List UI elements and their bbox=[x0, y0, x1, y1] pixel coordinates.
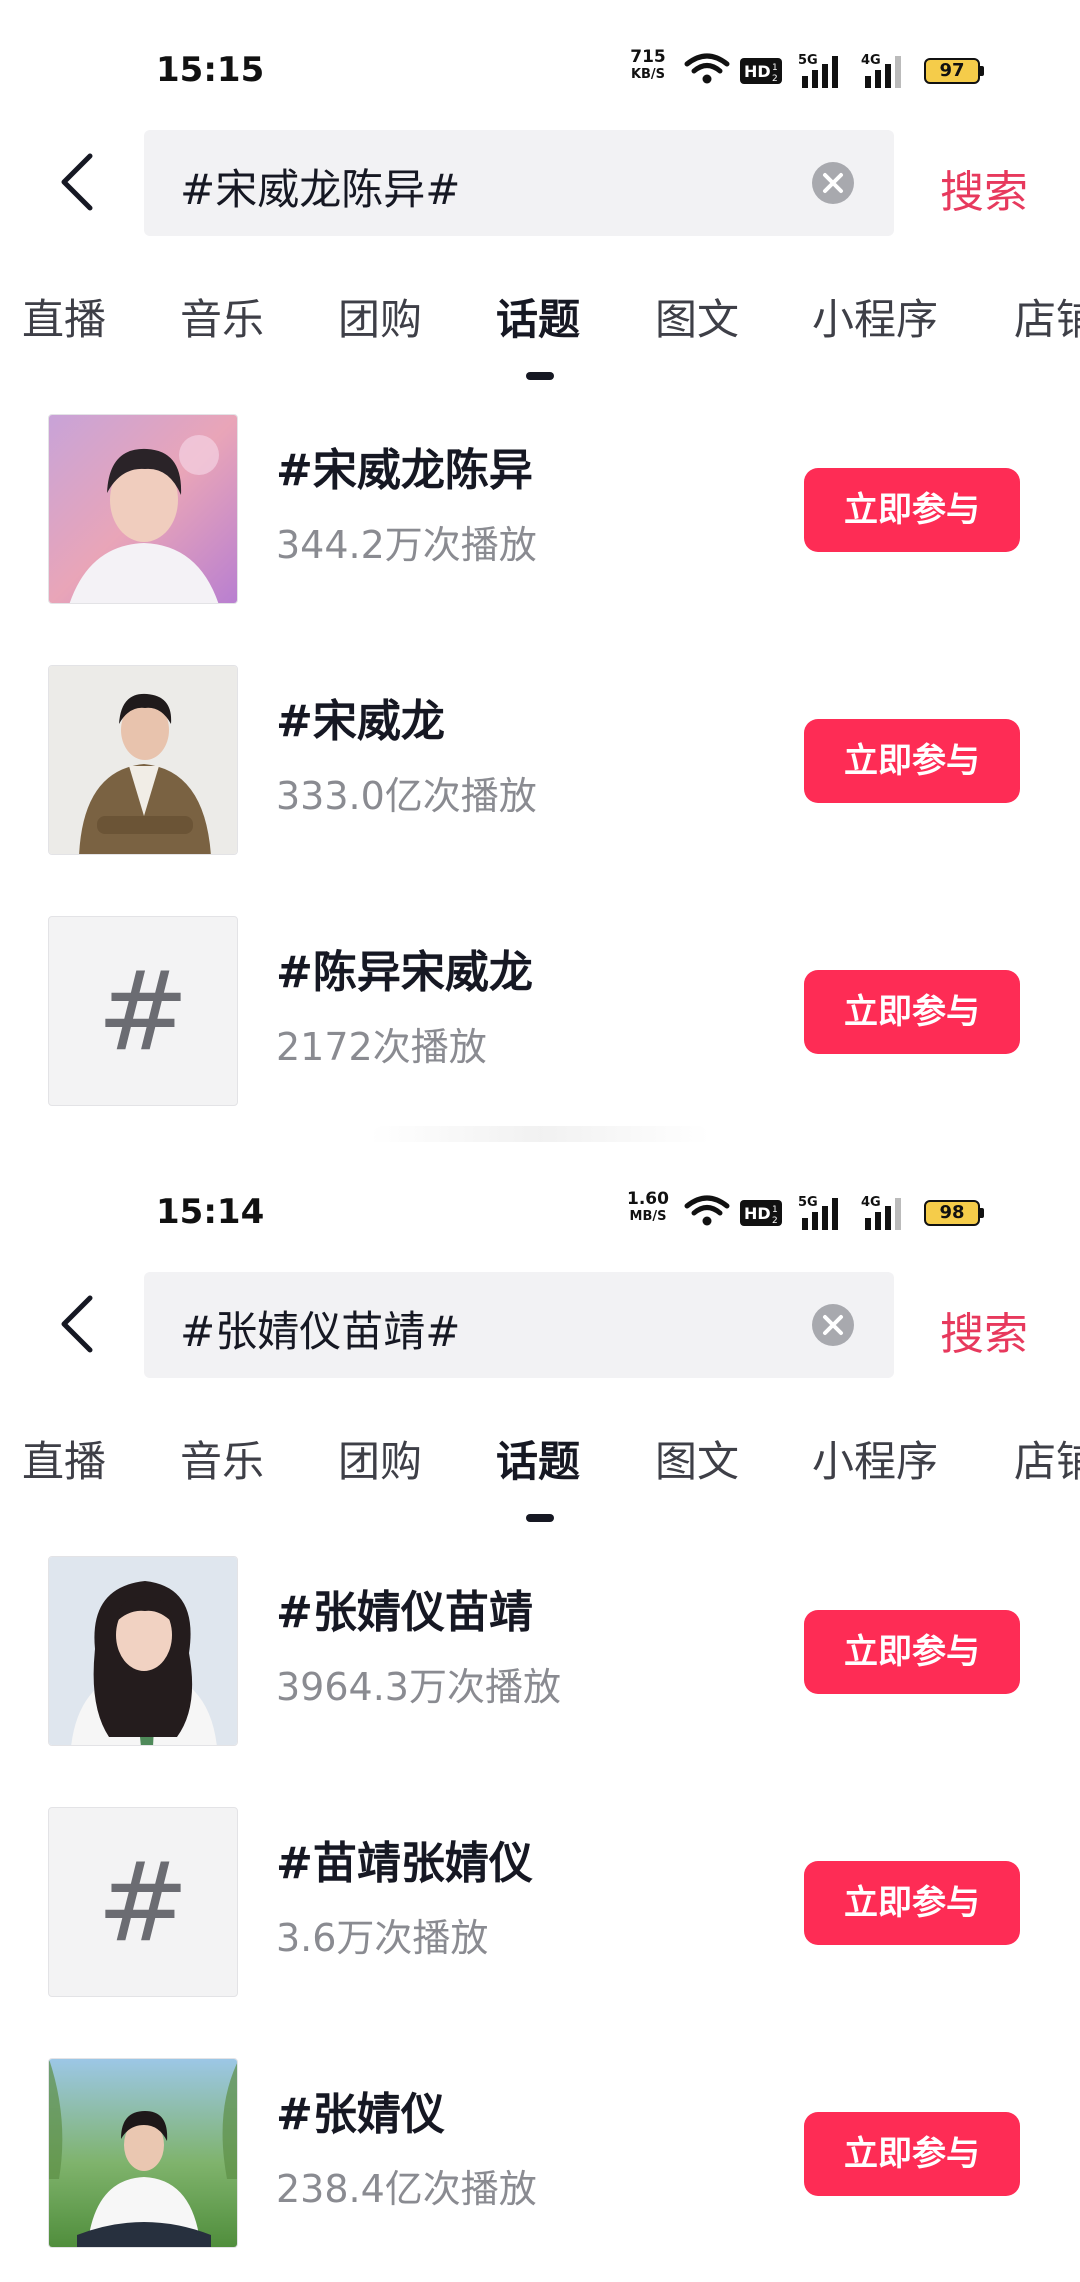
tab-live[interactable]: 直播 bbox=[22, 286, 106, 347]
category-tabs: 直播 音乐 团购 话题 图文 小程序 店铺 bbox=[0, 1428, 1080, 1488]
tab-image-text[interactable]: 图文 bbox=[655, 286, 739, 347]
search-query: #张婧仪苗靖# bbox=[180, 1307, 461, 1356]
svg-text:4G: 4G bbox=[861, 1195, 881, 1210]
tab-live[interactable]: 直播 bbox=[22, 1428, 106, 1489]
battery-icon: 98 bbox=[924, 1200, 984, 1228]
topic-thumbnail bbox=[48, 1556, 238, 1746]
svg-text:HD: HD bbox=[744, 1204, 771, 1223]
network-speed-value: 1.60 bbox=[627, 1189, 669, 1209]
back-arrow-icon[interactable] bbox=[58, 1294, 98, 1354]
network-speed: 715 KB/S bbox=[623, 48, 673, 84]
svg-text:4G: 4G bbox=[861, 53, 881, 68]
category-tabs: 直播 音乐 团购 话题 图文 小程序 店铺 bbox=[0, 286, 1080, 346]
wifi-icon bbox=[684, 53, 730, 84]
screenshot-panel-1: 15:15 715 KB/S HD 1 2 5G 4G 97 #宋威龙陈异# 搜索 直… bbox=[0, 0, 1080, 1140]
svg-text:2: 2 bbox=[772, 74, 778, 84]
topic-title: #张婧仪苗靖 bbox=[276, 1587, 533, 1638]
search-button[interactable]: 搜索 bbox=[940, 1298, 1028, 1362]
topic-photo-image bbox=[49, 415, 237, 603]
topic-play-count: 2172次播放 bbox=[276, 1025, 487, 1069]
topic-thumbnail bbox=[48, 414, 238, 604]
topic-row[interactable]: #宋威龙陈异 344.2万次播放 立即参与 bbox=[0, 414, 1080, 614]
topic-title: #张婧仪 bbox=[276, 2089, 445, 2140]
topic-title: #陈异宋威龙 bbox=[276, 947, 533, 998]
join-topic-button[interactable]: 立即参与 bbox=[804, 970, 1020, 1054]
topic-play-count: 344.2万次播放 bbox=[276, 523, 537, 567]
battery-level: 98 bbox=[939, 1202, 965, 1223]
network-speed-value: 715 bbox=[630, 47, 666, 67]
join-topic-button[interactable]: 立即参与 bbox=[804, 719, 1020, 803]
topic-thumbnail: # bbox=[48, 916, 238, 1106]
topic-thumbnail bbox=[48, 665, 238, 855]
topic-play-count: 3.6万次播放 bbox=[276, 1916, 489, 1960]
wifi-icon bbox=[684, 1195, 730, 1226]
hd-volte-icon: HD 12 bbox=[740, 58, 782, 84]
topic-photo-image bbox=[49, 666, 237, 854]
hashtag-icon: # bbox=[96, 1838, 190, 1966]
tab-image-text[interactable]: 图文 bbox=[655, 1428, 739, 1489]
topic-play-count: 333.0亿次播放 bbox=[276, 774, 537, 818]
topic-title: #苗靖张婧仪 bbox=[276, 1838, 533, 1889]
tab-topics[interactable]: 话题 bbox=[496, 286, 580, 347]
topic-photo-image bbox=[49, 2059, 237, 2247]
back-arrow-icon[interactable] bbox=[58, 152, 98, 212]
signal-4g-icon: 4G bbox=[861, 53, 901, 88]
topic-thumbnail bbox=[48, 2058, 238, 2248]
active-tab-indicator bbox=[526, 372, 554, 380]
network-speed: 1.60 MB/S bbox=[623, 1190, 673, 1226]
topic-play-count: 238.4亿次播放 bbox=[276, 2167, 537, 2211]
status-bar: 15:15 715 KB/S HD 1 2 5G 4G 97 bbox=[0, 40, 1080, 100]
topic-row[interactable]: # #苗靖张婧仪 3.6万次播放 立即参与 bbox=[0, 1807, 1080, 2007]
signal-5g-icon: 5G bbox=[798, 1195, 838, 1230]
battery-level: 97 bbox=[939, 60, 965, 81]
search-query: #宋威龙陈异# bbox=[180, 165, 461, 214]
hashtag-icon: # bbox=[96, 947, 190, 1075]
join-topic-button[interactable]: 立即参与 bbox=[804, 468, 1020, 552]
search-button[interactable]: 搜索 bbox=[940, 156, 1028, 220]
tab-mini-programs[interactable]: 小程序 bbox=[812, 286, 938, 347]
svg-text:HD: HD bbox=[744, 62, 771, 81]
join-topic-button[interactable]: 立即参与 bbox=[804, 2112, 1020, 2196]
topic-play-count: 3964.3万次播放 bbox=[276, 1665, 561, 1709]
network-speed-unit: KB/S bbox=[630, 67, 666, 82]
screenshot-panel-2: 15:14 1.60 MB/S HD 1 2 5G 4G 98 #张婧仪苗靖# 搜索 … bbox=[0, 1142, 1080, 2282]
signal-4g-icon: 4G bbox=[861, 1195, 901, 1230]
status-bar: 15:14 1.60 MB/S HD 1 2 5G 4G 98 bbox=[0, 1182, 1080, 1242]
clock: 15:14 bbox=[156, 1192, 265, 1232]
tab-group-buy[interactable]: 团购 bbox=[338, 1428, 422, 1489]
svg-text:5G: 5G bbox=[798, 1195, 818, 1210]
tab-group-buy[interactable]: 团购 bbox=[338, 286, 422, 347]
svg-text:5G: 5G bbox=[798, 53, 818, 68]
topic-row[interactable]: #张婧仪苗靖 3964.3万次播放 立即参与 bbox=[0, 1556, 1080, 1756]
battery-icon: 97 bbox=[924, 58, 984, 86]
signal-5g-icon: 5G bbox=[798, 53, 838, 88]
tab-music[interactable]: 音乐 bbox=[180, 1428, 264, 1489]
topic-row[interactable]: #宋威龙 333.0亿次播放 立即参与 bbox=[0, 665, 1080, 865]
clear-icon[interactable] bbox=[812, 162, 854, 204]
search-input[interactable]: #宋威龙陈异# bbox=[144, 130, 894, 236]
tab-mini-programs[interactable]: 小程序 bbox=[812, 1428, 938, 1489]
active-tab-indicator bbox=[526, 1514, 554, 1522]
topic-title: #宋威龙陈异 bbox=[276, 445, 533, 496]
tab-music[interactable]: 音乐 bbox=[180, 286, 264, 347]
svg-text:1: 1 bbox=[772, 1205, 778, 1215]
network-speed-unit: MB/S bbox=[629, 1209, 667, 1224]
tab-topics[interactable]: 话题 bbox=[496, 1428, 580, 1489]
topic-photo-image bbox=[49, 1557, 237, 1745]
join-topic-button[interactable]: 立即参与 bbox=[804, 1861, 1020, 1945]
hd-volte-icon: HD 12 bbox=[740, 1200, 782, 1226]
topic-thumbnail: # bbox=[48, 1807, 238, 1997]
topic-row[interactable]: #张婧仪 238.4亿次播放 立即参与 bbox=[0, 2058, 1080, 2258]
topic-row[interactable]: # #陈异宋威龙 2172次播放 立即参与 bbox=[0, 916, 1080, 1116]
clear-icon[interactable] bbox=[812, 1304, 854, 1346]
topic-title: #宋威龙 bbox=[276, 696, 445, 747]
clock: 15:15 bbox=[156, 50, 265, 90]
search-input[interactable]: #张婧仪苗靖# bbox=[144, 1272, 894, 1378]
tab-stores[interactable]: 店铺 bbox=[1014, 1428, 1080, 1489]
tab-stores[interactable]: 店铺 bbox=[1014, 286, 1080, 347]
svg-text:1: 1 bbox=[772, 63, 778, 73]
join-topic-button[interactable]: 立即参与 bbox=[804, 1610, 1020, 1694]
svg-text:2: 2 bbox=[772, 1216, 778, 1226]
